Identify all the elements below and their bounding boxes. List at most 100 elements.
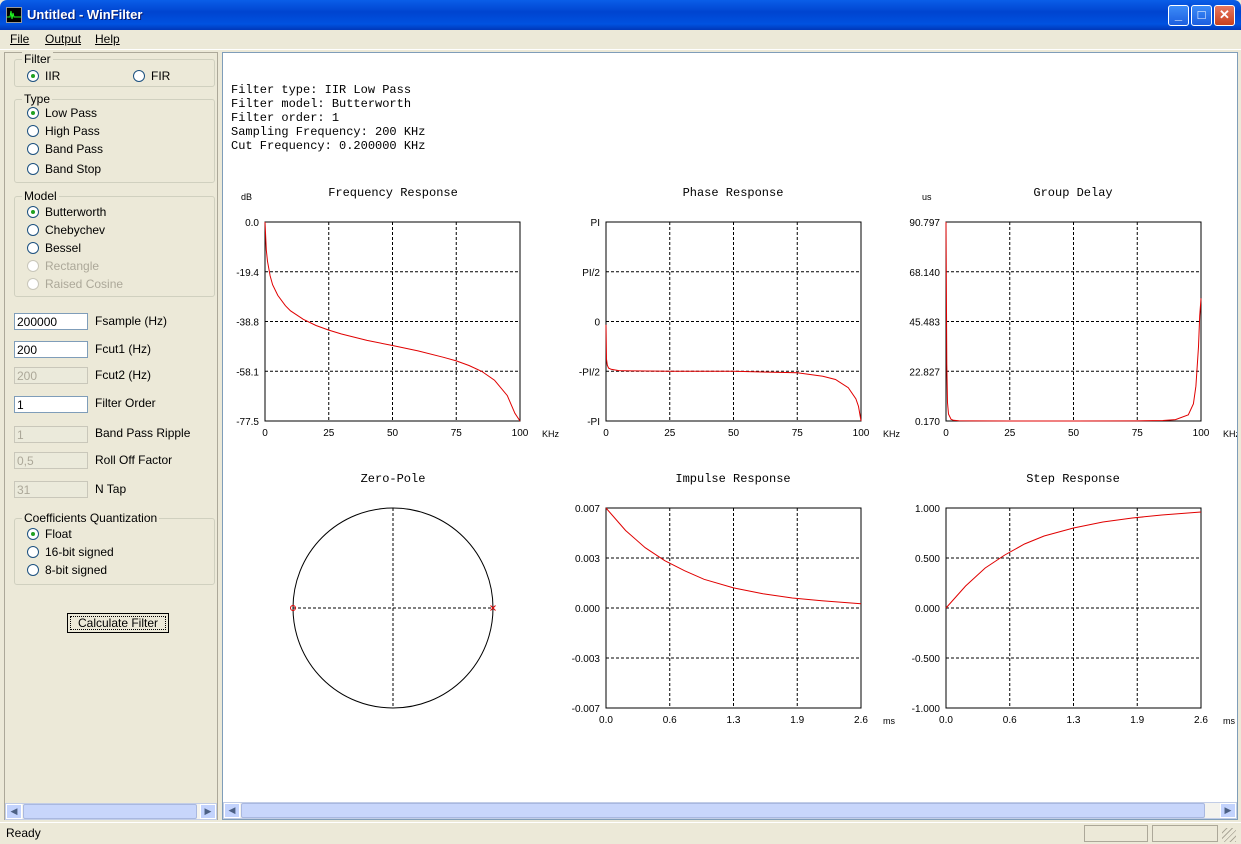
- menu-bar: File Output Help: [0, 30, 1241, 50]
- radio-low-pass[interactable]: Low Pass: [27, 106, 97, 120]
- y-tick-label: 0.500: [915, 554, 940, 565]
- radio-bessel[interactable]: Bessel: [27, 241, 81, 255]
- radio-chebychev[interactable]: Chebychev: [27, 223, 105, 237]
- scroll-left-arrow[interactable]: ◀: [6, 804, 22, 819]
- radio-float[interactable]: Float: [27, 527, 72, 541]
- menu-help[interactable]: Help: [95, 32, 120, 46]
- radio-chebychev-dot[interactable]: [27, 224, 39, 236]
- plot-scroll-right-arrow[interactable]: ▶: [1220, 803, 1236, 818]
- radio-bessel-label: Bessel: [45, 241, 82, 255]
- model-group: Model Butterworth Chebychev Bessel Recta…: [14, 189, 215, 297]
- x-tick-label: 100: [512, 428, 529, 439]
- x-tick-label: 2.6: [854, 715, 868, 726]
- calculate-filter-button[interactable]: Calculate Filter: [67, 613, 169, 633]
- radio-8bit[interactable]: 8-bit signed: [27, 563, 107, 577]
- fcut1-label: Fcut1 (Hz): [95, 342, 152, 356]
- x-tick-label: 1.9: [790, 715, 804, 726]
- ripple-label: Band Pass Ripple: [95, 426, 191, 440]
- x-axis-unit: KHz: [1223, 429, 1237, 439]
- x-tick-label: 0: [943, 428, 949, 439]
- plot-scroll-thumb[interactable]: [241, 803, 1205, 818]
- fcut1-input[interactable]: [14, 341, 88, 358]
- radio-butterworth[interactable]: Butterworth: [27, 205, 106, 219]
- zero-pole-title: Zero-Pole: [361, 472, 426, 486]
- radio-butterworth-dot[interactable]: [27, 206, 39, 218]
- x-tick-label: 75: [1132, 428, 1144, 439]
- x-tick-label: 0.6: [1003, 715, 1017, 726]
- scroll-right-arrow[interactable]: ▶: [200, 804, 216, 819]
- impulse-response-title: Impulse Response: [675, 472, 790, 486]
- y-tick-label: 68.140: [909, 268, 940, 279]
- quantization-group-title: Coefficients Quantization: [22, 511, 160, 525]
- radio-bessel-dot[interactable]: [27, 242, 39, 254]
- maximize-button[interactable]: □: [1191, 5, 1212, 26]
- y-tick-label: 0.170: [915, 417, 940, 428]
- radio-16bit[interactable]: 16-bit signed: [27, 545, 114, 559]
- y-axis-unit: dB: [241, 192, 252, 202]
- radio-band-stop[interactable]: Band Stop: [27, 162, 101, 176]
- filter-group: Filter IIR FIR: [14, 52, 215, 87]
- x-tick-label: 0.0: [599, 715, 613, 726]
- rolloff-input: [14, 452, 88, 469]
- close-button[interactable]: ✕: [1214, 5, 1235, 26]
- x-axis-unit: KHz: [542, 429, 560, 439]
- x-tick-label: 25: [1004, 428, 1016, 439]
- y-tick-label: 0.0: [245, 218, 259, 229]
- x-tick-label: 25: [323, 428, 335, 439]
- fcut2-input: [14, 367, 88, 384]
- window-title: Untitled - WinFilter: [27, 7, 143, 22]
- phase-response-title: Phase Response: [683, 186, 784, 200]
- x-axis-unit: KHz: [883, 429, 901, 439]
- menu-file[interactable]: File: [10, 32, 29, 46]
- radio-fir[interactable]: FIR: [133, 69, 170, 83]
- radio-iir-label: IIR: [45, 69, 61, 83]
- scroll-thumb[interactable]: [23, 804, 197, 819]
- ntap-input: [14, 481, 88, 498]
- model-group-title: Model: [22, 189, 59, 203]
- menu-output[interactable]: Output: [45, 32, 81, 46]
- x-tick-label: 0.0: [939, 715, 953, 726]
- x-axis-unit: ms: [883, 716, 895, 726]
- radio-fir-dot[interactable]: [133, 70, 145, 82]
- radio-butterworth-label: Butterworth: [45, 205, 107, 219]
- x-tick-label: 25: [664, 428, 676, 439]
- radio-raised-cosine: Raised Cosine: [27, 277, 123, 291]
- ntap-label: N Tap: [95, 482, 127, 496]
- radio-high-pass[interactable]: High Pass: [27, 124, 100, 138]
- radio-band-pass[interactable]: Band Pass: [27, 142, 103, 156]
- plot-area: Filter type: IIR Low Pass Filter model: …: [222, 52, 1238, 820]
- type-group-title: Type: [22, 92, 53, 106]
- radio-low-pass-dot[interactable]: [27, 107, 39, 119]
- y-tick-label: 0.000: [915, 604, 940, 615]
- radio-float-label: Float: [45, 527, 72, 541]
- resize-grip-icon[interactable]: [1222, 828, 1236, 842]
- y-axis-unit: us: [922, 192, 932, 202]
- radio-high-pass-label: High Pass: [45, 124, 100, 138]
- radio-iir-dot[interactable]: [27, 70, 39, 82]
- radio-high-pass-dot[interactable]: [27, 125, 39, 137]
- plot-horizontal-scrollbar[interactable]: ◀ ▶: [223, 802, 1237, 819]
- radio-rectangle-label: Rectangle: [45, 259, 100, 273]
- radio-band-pass-dot[interactable]: [27, 143, 39, 155]
- radio-iir[interactable]: IIR: [27, 69, 60, 83]
- radio-rectangle-dot: [27, 260, 39, 272]
- radio-raised-cosine-label: Raised Cosine: [45, 277, 124, 291]
- minimize-button[interactable]: _: [1168, 5, 1189, 26]
- x-tick-label: 100: [1193, 428, 1210, 439]
- x-tick-label: 75: [792, 428, 804, 439]
- title-bar: Untitled - WinFilter _ □ ✕: [0, 0, 1241, 30]
- x-tick-label: 50: [387, 428, 399, 439]
- y-tick-label: -PI/2: [579, 367, 601, 378]
- status-bar: Ready: [0, 822, 1241, 844]
- fsample-input[interactable]: [14, 313, 88, 330]
- filter-order-input[interactable]: [14, 396, 88, 413]
- radio-float-dot[interactable]: [27, 528, 39, 540]
- x-tick-label: 0: [603, 428, 609, 439]
- x-tick-label: 2.6: [1194, 715, 1208, 726]
- radio-8bit-dot[interactable]: [27, 564, 39, 576]
- y-tick-label: -38.8: [236, 318, 259, 329]
- radio-band-stop-dot[interactable]: [27, 163, 39, 175]
- plot-scroll-left-arrow[interactable]: ◀: [224, 803, 240, 818]
- left-horizontal-scrollbar[interactable]: ◀ ▶: [5, 803, 217, 820]
- radio-16bit-dot[interactable]: [27, 546, 39, 558]
